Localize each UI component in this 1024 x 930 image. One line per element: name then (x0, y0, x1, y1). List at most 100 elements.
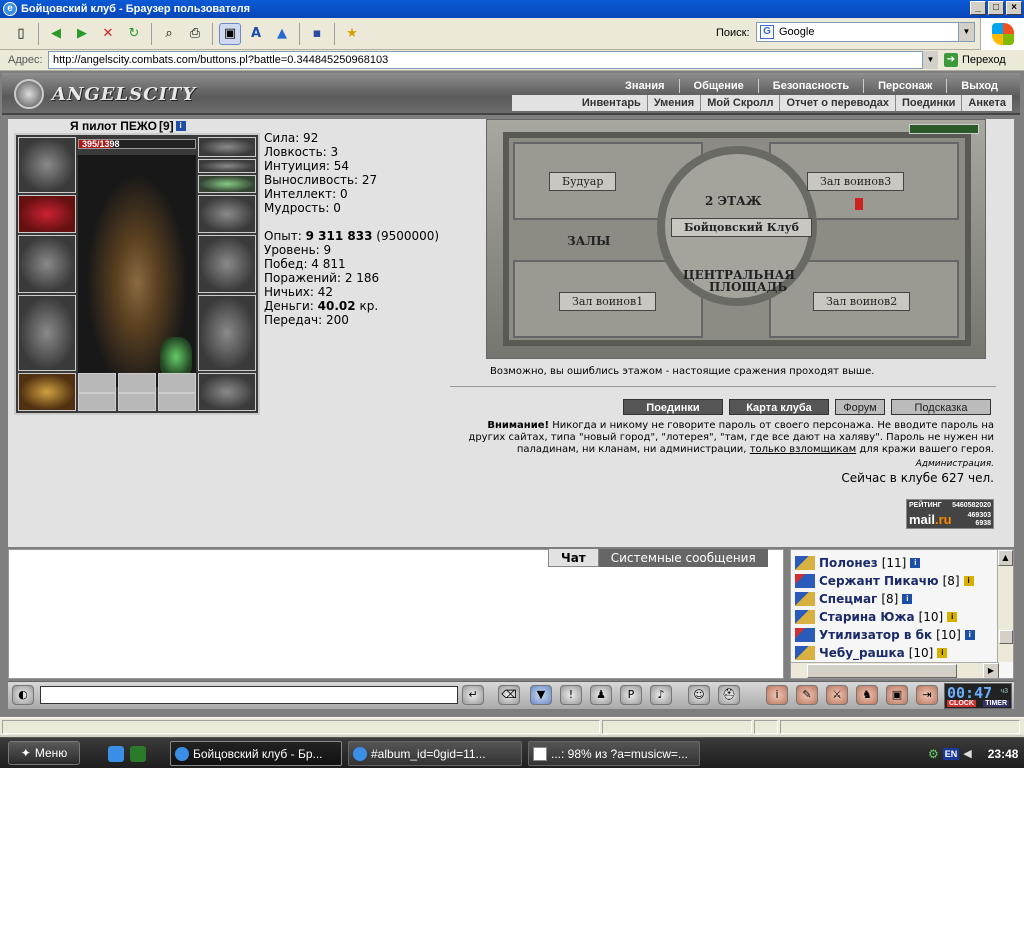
language-indicator[interactable]: EN (942, 747, 960, 760)
menu-item-exit[interactable]: Выход (946, 79, 1012, 93)
user-action-icon[interactable] (795, 610, 815, 624)
address-input[interactable]: http://angelscity.combats.com/buttons.pl… (48, 51, 938, 69)
search-engine-select[interactable]: G Google ▼ (756, 22, 975, 42)
user-name[interactable]: Старина Южа (819, 610, 915, 624)
text-size-icon[interactable]: A (245, 23, 267, 45)
start-button[interactable]: ✦ Меню (8, 741, 80, 765)
room-warriors-3-label[interactable]: Зал воинов3 (807, 172, 905, 191)
rune-slot[interactable] (78, 393, 116, 411)
room-warriors-2-label[interactable]: Зал воинов2 (813, 292, 911, 311)
list-item[interactable]: Чебу_рашка [10] i (795, 644, 948, 662)
hint-button[interactable]: Подсказка (891, 399, 991, 415)
helmet-icon[interactable]: ⛑ (718, 685, 740, 705)
boots-slot[interactable] (198, 373, 256, 411)
submenu-item-skills[interactable]: Умения (646, 95, 700, 111)
filter-icon[interactable]: ▼ (530, 685, 552, 705)
go-button[interactable]: ➔ Переход (944, 53, 1006, 67)
battles-button[interactable]: Поединки (623, 399, 723, 415)
rune-slot[interactable] (118, 373, 156, 393)
menu-item-character[interactable]: Персонаж (863, 79, 946, 93)
rune-slot[interactable] (118, 393, 156, 411)
user-list-vscroll[interactable]: ▲ (997, 550, 1013, 662)
quicklaunch-console-icon[interactable] (130, 746, 146, 762)
encoding-icon[interactable]: ▲ (271, 23, 293, 45)
info-icon[interactable]: i (937, 648, 948, 658)
user-name[interactable]: Чебу_рашка (819, 646, 905, 660)
smiley-icon[interactable]: ☺ (688, 685, 710, 705)
list-item[interactable]: Спецмаг [8] i (795, 590, 913, 608)
info-icon[interactable]: i (910, 558, 921, 568)
scroll-up-icon[interactable]: ▲ (998, 550, 1013, 566)
attack-icon[interactable]: ⚔ (826, 685, 848, 705)
user-name[interactable]: Утилизатор в бк (819, 628, 932, 642)
image-icon[interactable]: ▣ (219, 22, 241, 45)
menu-item-knowledge[interactable]: Знания (611, 79, 678, 93)
club-map-button[interactable]: Карта клуба (729, 399, 829, 415)
close-button[interactable]: × (1006, 1, 1022, 15)
network-icon[interactable]: ⚙ (928, 747, 939, 761)
list-item[interactable]: Утилизатор в бк [10] i (795, 626, 975, 644)
rune-slot[interactable] (158, 393, 196, 411)
list-item[interactable]: Полонез [11] i (795, 554, 921, 572)
forum-button[interactable]: Форум (835, 399, 885, 415)
character-avatar[interactable] (78, 155, 196, 387)
private-icon[interactable]: P (620, 685, 642, 705)
menu-item-communication[interactable]: Общение (678, 79, 758, 93)
speaker-icon[interactable]: ◐ (12, 685, 34, 705)
helmet-slot[interactable] (18, 137, 76, 193)
print-icon[interactable]: ⎙ (184, 23, 206, 45)
user-name[interactable]: Сержант Пикачю (819, 574, 939, 588)
refresh-icon[interactable]: ↻ (123, 23, 145, 45)
user-action-icon[interactable] (795, 628, 815, 642)
tray-clock[interactable]: 23:48 (988, 747, 1019, 761)
chat-log[interactable] (8, 549, 784, 679)
system-icon[interactable]: ! (560, 685, 582, 705)
address-dropdown-icon[interactable]: ▼ (922, 51, 938, 69)
knight-icon[interactable]: ♞ (856, 685, 878, 705)
site-logo[interactable]: ANGELSCITY (14, 79, 196, 109)
chat-input[interactable] (40, 686, 458, 704)
list-item[interactable]: Сержант Пикачю [8] i (795, 572, 974, 590)
submenu-item-battles[interactable]: Поединки (895, 95, 961, 111)
weapon-right-slot[interactable] (198, 235, 256, 293)
user-name[interactable]: Спецмаг (819, 592, 877, 606)
info-icon[interactable]: i (947, 612, 958, 622)
user-action-icon[interactable] (795, 592, 815, 606)
volume-icon[interactable]: ◀ (963, 747, 971, 760)
rings-slot[interactable] (198, 175, 256, 193)
info-icon[interactable]: i (964, 630, 975, 640)
tab-system-messages[interactable]: Системные сообщения (598, 549, 768, 567)
lock-icon[interactable]: ▣ (886, 685, 908, 705)
submenu-item-profile[interactable]: Анкета (961, 95, 1012, 111)
menu-item-security[interactable]: Безопасность (757, 79, 863, 93)
user-list-hscroll[interactable]: ▶ (791, 662, 999, 678)
preview-icon[interactable]: ⌕ (158, 23, 180, 45)
task-album[interactable]: #album_id=0gid=11... (348, 741, 522, 766)
room-warriors-1-label[interactable]: Зал воинов1 (559, 292, 657, 311)
pet-dragon-icon[interactable] (160, 337, 192, 377)
submenu-item-transfers[interactable]: Отчет о переводах (779, 95, 895, 111)
room-boudoir-label[interactable]: Будуар (549, 172, 617, 191)
info-icon[interactable]: i (175, 121, 186, 131)
back-icon[interactable]: ◀ (45, 23, 67, 45)
minimize-button[interactable]: _ (970, 1, 986, 15)
info-action-icon[interactable]: i (766, 685, 788, 705)
rating-counter[interactable]: РЕЙТИНГ mail.ru 5460582020 469303 6938 (906, 499, 994, 529)
fighter-icon[interactable]: ♟ (590, 685, 612, 705)
submenu-item-inventory[interactable]: Инвентарь (576, 95, 647, 111)
favorites-star-icon[interactable]: ★ (341, 23, 363, 45)
list-item[interactable]: Старина Южа [10] i (795, 608, 958, 626)
armor-slot[interactable] (18, 295, 76, 371)
scroll-thumb[interactable] (807, 664, 957, 678)
weapon-left-slot[interactable] (18, 235, 76, 293)
user-action-icon[interactable] (795, 556, 815, 570)
belt-slot[interactable] (18, 373, 76, 411)
scroll-right-icon[interactable]: ▶ (983, 663, 999, 678)
rune-slot[interactable] (78, 373, 116, 393)
club-label[interactable]: Бойцовский Клуб (671, 218, 812, 237)
game-clock[interactable]: 00:47 ч3 CLOCK TIMER (944, 683, 1012, 709)
warning-link[interactable]: только взломщикам (750, 444, 856, 455)
user-action-icon[interactable] (795, 646, 815, 660)
scroll-thumb[interactable] (999, 630, 1013, 644)
forward-icon[interactable]: ▶ (71, 23, 93, 45)
